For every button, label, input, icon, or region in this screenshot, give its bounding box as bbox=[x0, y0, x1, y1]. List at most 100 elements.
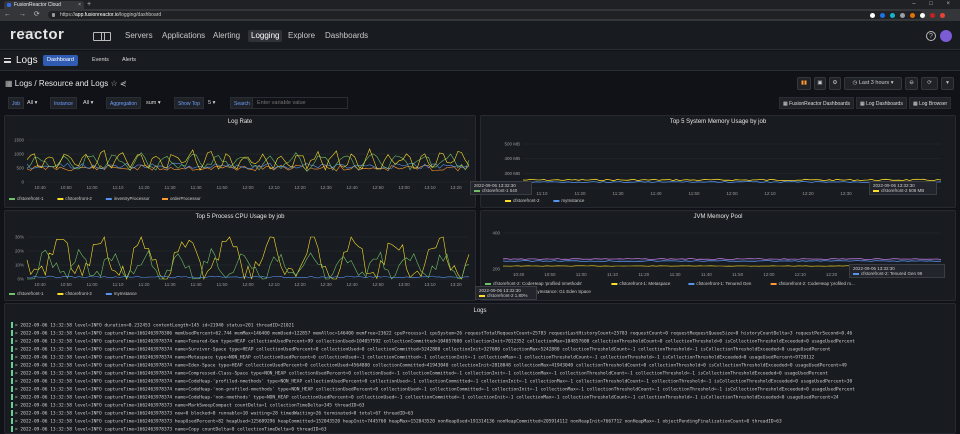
extension-icon[interactable] bbox=[870, 13, 875, 18]
fusionreactor-logo[interactable]: fusion reactor bbox=[10, 27, 64, 43]
log-row[interactable]: > 2022-09-06 13:32:58 level=INFO duratio… bbox=[11, 322, 957, 329]
x-tick-label: 12:50 bbox=[372, 185, 384, 190]
extension-icon[interactable] bbox=[930, 13, 935, 18]
tab-alerts[interactable]: Alerts bbox=[118, 55, 140, 66]
nav-dashboards[interactable]: Dashboards bbox=[325, 30, 368, 42]
menu-icon[interactable] bbox=[4, 58, 11, 63]
log-row[interactable]: > 2022-09-06 13:32:58 level=INFO capture… bbox=[11, 402, 957, 409]
log-row[interactable]: > 2022-09-06 13:32:58 level=INFO capture… bbox=[11, 410, 957, 417]
browser-nav-buttons[interactable]: ← → ⟳ bbox=[4, 9, 43, 21]
log-text: 2022-09-06 13:32:58 level=INFO captureTi… bbox=[20, 411, 414, 417]
variable-label-search: Search bbox=[230, 97, 254, 109]
x-tick-label: 12:20 bbox=[802, 191, 814, 196]
log-level-indicator bbox=[11, 426, 13, 432]
favicon-icon bbox=[7, 3, 11, 7]
nav-logging[interactable]: Logging bbox=[248, 30, 283, 42]
panel-logs[interactable]: Logs > 2022-09-06 13:32:58 level=INFO du… bbox=[4, 303, 956, 434]
log-text: 2022-09-06 13:32:58 level=INFO captureTi… bbox=[20, 339, 855, 345]
nav-servers[interactable]: Servers bbox=[125, 30, 153, 42]
x-tick-label: 12:20 bbox=[294, 185, 306, 190]
search-input[interactable] bbox=[252, 97, 348, 109]
log-row[interactable]: > 2022-09-06 13:32:58 level=INFO capture… bbox=[11, 418, 957, 425]
share-icon[interactable]: ⋞ bbox=[120, 79, 127, 88]
extension-icon[interactable] bbox=[890, 13, 895, 18]
x-tick-label: 13:10 bbox=[424, 185, 436, 190]
log-row[interactable]: > 2022-09-06 13:32:58 level=INFO capture… bbox=[11, 354, 957, 361]
link-log-dashboards[interactable]: ▦ Log Dashboards bbox=[856, 97, 907, 109]
browser-tab-strip bbox=[0, 0, 960, 9]
legend-swatch bbox=[57, 293, 64, 295]
y-tick-label: 20% bbox=[15, 249, 24, 254]
address-bar[interactable]: https://app.fusionreactor.io/logging/das… bbox=[48, 11, 923, 19]
window-controls[interactable]: – □ × bbox=[912, 0, 956, 9]
tab-close-icon[interactable]: × bbox=[78, 1, 81, 9]
zoom-out-icon[interactable]: ⊖ bbox=[905, 77, 918, 90]
x-tick-label: 11:10 bbox=[537, 191, 548, 196]
dashboard-title[interactable]: Logs / Resource and Logs bbox=[15, 79, 108, 88]
jvm-tooltip: 2022-09-06 13:32:30 cfstorefront-2: Tenu… bbox=[849, 264, 945, 278]
link-log-browser[interactable]: ▦ Log Browser bbox=[909, 97, 952, 109]
y-tick-label: 500 MB bbox=[504, 142, 520, 147]
log-row[interactable]: > 2022-09-06 13:32:58 level=INFO capture… bbox=[11, 370, 957, 377]
notes-icon[interactable] bbox=[101, 32, 111, 41]
x-tick-label: 11:20 bbox=[139, 185, 150, 190]
settings-icon[interactable]: ⚙ bbox=[829, 77, 841, 90]
x-tick-label: 12:30 bbox=[320, 282, 332, 287]
variable-aggregation-select[interactable]: sum ▾ bbox=[143, 97, 164, 109]
link-fusionreactor-dashboards[interactable]: ▦ FusionReactor Dashboards bbox=[779, 97, 854, 109]
time-range-picker[interactable]: ◷ Last 3 hours ▾ bbox=[844, 77, 902, 90]
refresh-icon[interactable]: ⟳ bbox=[921, 77, 938, 90]
log-row[interactable]: > 2022-09-06 13:32:58 level=INFO capture… bbox=[11, 346, 957, 353]
tab-dashboard[interactable]: Dashboard bbox=[43, 55, 78, 66]
y-tick-label: 30% bbox=[15, 235, 24, 240]
variable-instance-select[interactable]: All ▾ bbox=[80, 97, 96, 109]
x-tick-label: 11:00 bbox=[576, 272, 587, 277]
log-row[interactable]: > 2022-09-06 13:32:58 level=INFO capture… bbox=[11, 330, 957, 337]
log-row[interactable]: > 2022-09-06 13:32:58 level=INFO capture… bbox=[11, 378, 957, 385]
extension-icon[interactable] bbox=[910, 13, 915, 18]
panel-log-rate[interactable]: Log Rate 1500 1000 500 0 10:40 10:50 11:00 11:1… bbox=[4, 115, 476, 208]
add-panel-icon[interactable]: ▮▮ bbox=[797, 77, 811, 90]
extension-icon[interactable] bbox=[920, 13, 925, 18]
series-line bbox=[26, 236, 470, 280]
nav-explore[interactable]: Explore bbox=[288, 30, 315, 42]
nav-alerting[interactable]: Alerting bbox=[213, 30, 240, 42]
log-text: 2022-09-06 13:32:58 level=INFO captureTi… bbox=[20, 331, 853, 337]
log-text: 2022-09-06 13:32:58 level=INFO captureTi… bbox=[20, 379, 853, 385]
x-tick-label: 12:40 bbox=[346, 185, 358, 190]
x-tick-label: 11:10 bbox=[113, 185, 124, 190]
help-icon[interactable]: ? bbox=[926, 31, 936, 41]
log-row[interactable]: > 2022-09-06 13:32:58 level=INFO capture… bbox=[11, 386, 957, 393]
extension-icon[interactable] bbox=[880, 13, 885, 18]
extension-icon[interactable] bbox=[900, 13, 905, 18]
log-row[interactable]: > 2022-09-06 13:32:58 level=INFO capture… bbox=[11, 338, 957, 345]
star-icon[interactable]: ☆ bbox=[110, 79, 117, 88]
tab-events[interactable]: Events bbox=[88, 55, 113, 66]
avatar[interactable] bbox=[940, 30, 952, 42]
variable-job-select[interactable]: All ▾ bbox=[24, 97, 40, 109]
legend-swatch bbox=[105, 198, 112, 200]
log-row[interactable]: > 2022-09-06 13:32:58 level=INFO capture… bbox=[11, 394, 957, 401]
url-path: /logging/dashboard bbox=[118, 12, 162, 18]
legend-swatch bbox=[9, 198, 15, 200]
variable-label-aggregation: Aggregation bbox=[106, 97, 141, 109]
panel-title: Logs bbox=[473, 308, 487, 314]
variable-show-top-select[interactable]: 5 ▾ bbox=[205, 97, 218, 109]
variable-label-show-top: Show Top bbox=[174, 97, 204, 109]
nav-applications[interactable]: Applications bbox=[162, 30, 205, 42]
browser-tab[interactable]: FusionReactor Cloud × bbox=[4, 1, 84, 9]
panel-jvm-memory[interactable]: JVM Memory Pool 400 200 10:40 10:50 11:00 11:… bbox=[480, 210, 956, 301]
refresh-interval-dropdown[interactable]: ▾ bbox=[941, 77, 954, 90]
panel-cpu-usage[interactable]: Top 5 Process CPU Usage by job 30% 20% 10%… bbox=[4, 210, 476, 301]
x-tick-label: 12:10 bbox=[268, 282, 280, 287]
log-row[interactable]: > 2022-09-06 13:32:58 level=INFO capture… bbox=[11, 426, 957, 433]
series-line bbox=[502, 258, 942, 260]
log-row[interactable]: > 2022-09-06 13:32:58 level=INFO capture… bbox=[11, 362, 957, 369]
extension-icon[interactable] bbox=[940, 13, 945, 18]
logs-title: Logs bbox=[16, 55, 38, 66]
breadcrumb: ▦ Logs / Resource and Logs ☆ ⋞ bbox=[5, 79, 127, 88]
x-tick-label: 11:20 bbox=[638, 272, 649, 277]
save-icon[interactable]: ▣ bbox=[814, 77, 826, 90]
y-tick-label: 0 bbox=[21, 180, 24, 185]
new-tab-button[interactable]: + bbox=[87, 0, 91, 9]
